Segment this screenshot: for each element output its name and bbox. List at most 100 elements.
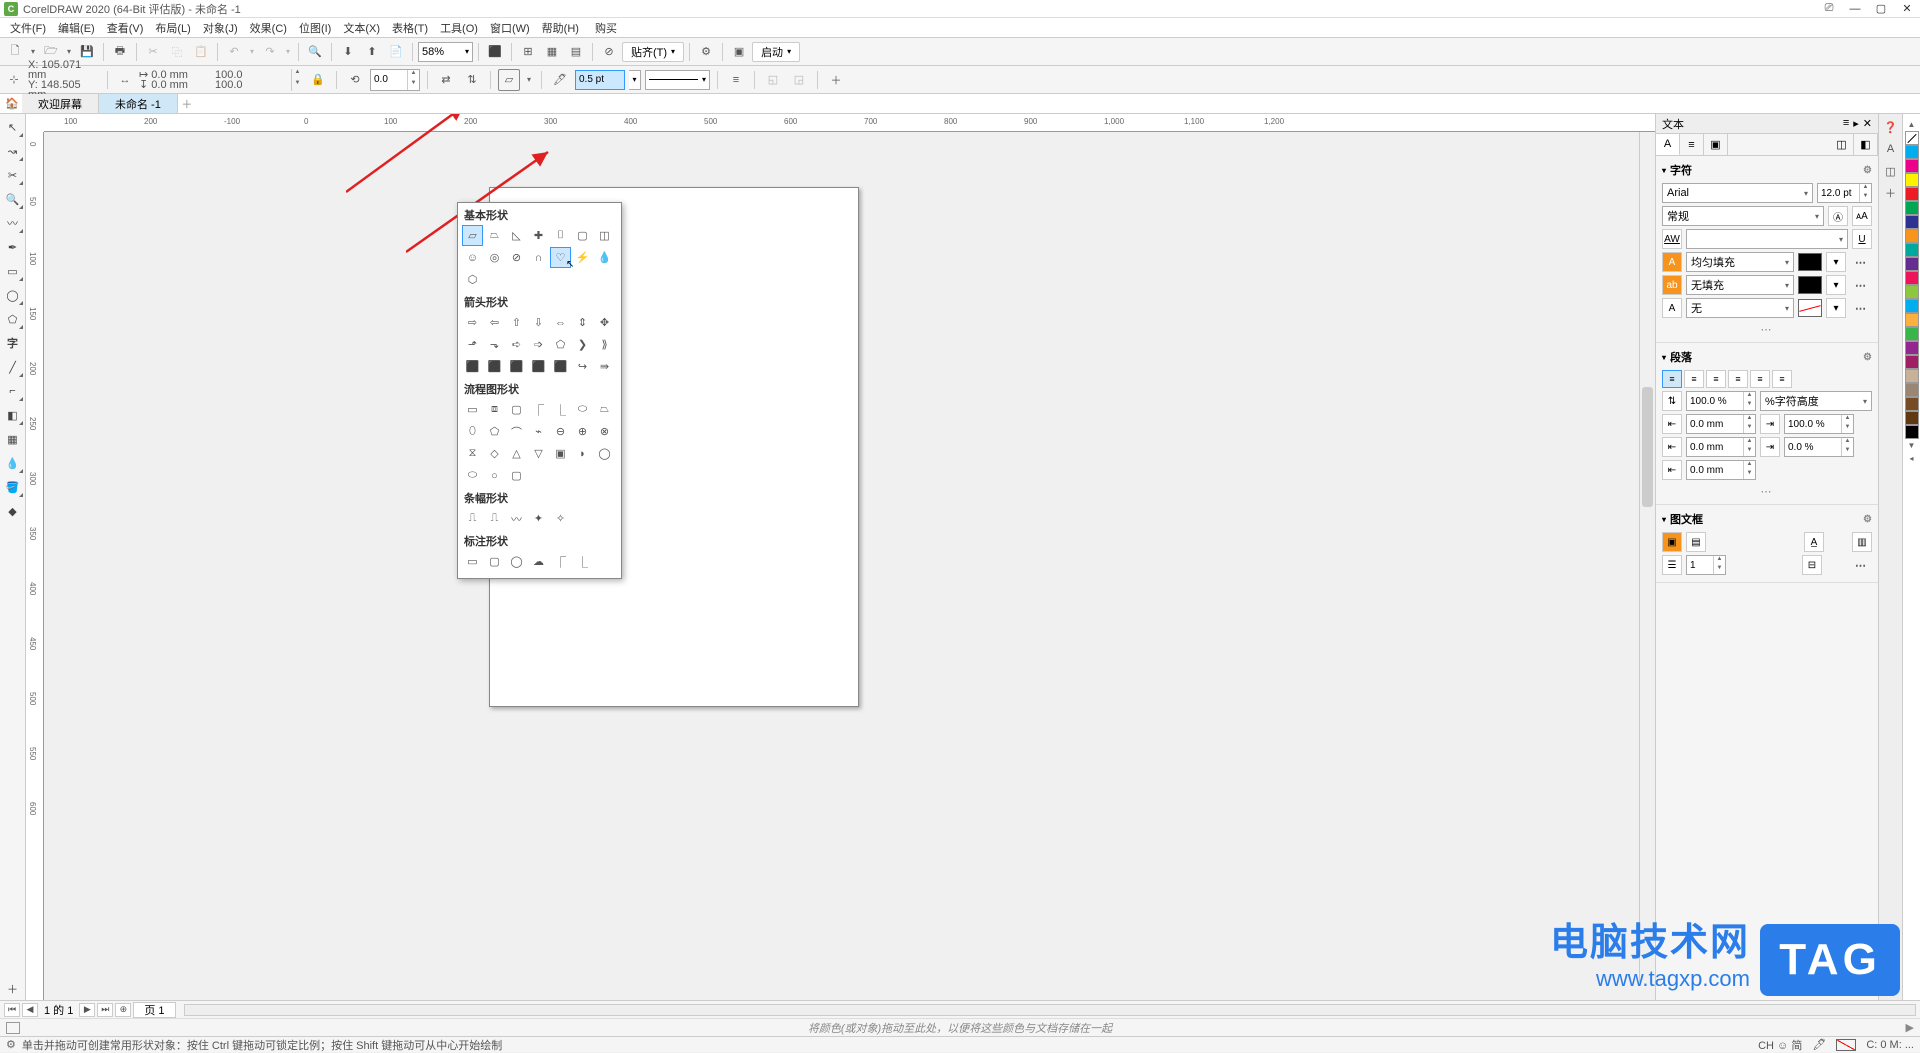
frame-btn-1[interactable]: ▣ <box>1662 532 1682 552</box>
crop-tool[interactable]: ✂ <box>2 164 24 186</box>
frame-valign-button[interactable]: A̲ <box>1804 532 1824 552</box>
outline-color-dropdown[interactable]: ▾ <box>1826 298 1846 318</box>
flow-sort[interactable]: ◇ <box>484 443 505 464</box>
shape-right-triangle[interactable]: ◺ <box>506 225 527 246</box>
bg-fill-combo[interactable]: 无填充▾ <box>1686 275 1794 295</box>
lock-ratio-button[interactable]: 🔒 <box>307 69 329 91</box>
shape-no-symbol[interactable]: ⊘ <box>506 247 527 268</box>
undo-dropdown[interactable]: ▾ <box>247 47 257 56</box>
kerning-icon[interactable]: AW <box>1662 229 1682 249</box>
text-tool[interactable]: 字 <box>2 332 24 354</box>
paste-button[interactable]: 📋 <box>190 41 212 63</box>
import-button[interactable]: ⬇ <box>337 41 359 63</box>
flow-merge[interactable]: ▽ <box>528 443 549 464</box>
arrow-striped[interactable]: ⇛ <box>594 356 615 377</box>
arrow-quad[interactable]: ✥ <box>594 312 615 333</box>
vtab-align[interactable]: A <box>1882 140 1900 158</box>
fill-color-dropdown[interactable]: ▾ <box>1826 252 1846 272</box>
frame-section-header[interactable]: ▾图文框⚙ <box>1662 509 1872 529</box>
scale-y-value[interactable]: 100.0 <box>215 80 287 90</box>
flow-multidoc[interactable]: ⎿ <box>550 399 571 420</box>
height-value[interactable]: 0.0 mm <box>151 79 188 91</box>
vtab-plus[interactable]: ＋ <box>1882 184 1900 202</box>
freehand-tool[interactable]: 〰 <box>2 212 24 234</box>
arrow-right-2[interactable]: ➪ <box>506 334 527 355</box>
flow-summing[interactable]: ⊕ <box>572 421 593 442</box>
shape-plus[interactable]: ✚ <box>528 225 549 246</box>
indent-first-field[interactable]: ▲▼ <box>1686 437 1756 457</box>
copy-button[interactable]: ⿻ <box>166 41 188 63</box>
align-center-button[interactable]: ≡ <box>1706 370 1726 388</box>
docker-close-icon[interactable]: ✕ <box>1863 117 1872 130</box>
docker-collapse-icon[interactable]: ▸ <box>1853 117 1859 130</box>
ime-indicator[interactable]: CH ☺ 简 <box>1758 1037 1802 1053</box>
bg-color-dropdown[interactable]: ▾ <box>1826 275 1846 295</box>
flow-or[interactable]: ⊗ <box>594 421 615 442</box>
vtab-hints[interactable]: ❓ <box>1882 118 1900 136</box>
horizontal-scrollbar[interactable] <box>184 1004 1916 1016</box>
flow-stored-data[interactable]: ⌒ <box>506 421 527 442</box>
fill-type-combo[interactable]: 均匀填充▾ <box>1686 252 1794 272</box>
flow-extract[interactable]: △ <box>506 443 527 464</box>
frame-align-button[interactable]: ⊟ <box>1802 555 1822 575</box>
status-fill-indicator[interactable] <box>1836 1039 1856 1051</box>
ruler-vertical[interactable]: 050100150200250300350400450500550600 <box>26 132 44 1000</box>
palette-swatch[interactable] <box>1905 145 1919 159</box>
fill-color-swatch[interactable] <box>1798 253 1822 271</box>
arrow-double-chevron[interactable]: ⟫ <box>594 334 615 355</box>
callout-round[interactable]: ▢ <box>484 551 505 572</box>
flow-terminator[interactable]: ⬭ <box>572 399 593 420</box>
outline-combo[interactable]: 无▾ <box>1686 298 1794 318</box>
shape-donut[interactable]: ◎ <box>484 247 505 268</box>
docker-tab-obj2[interactable]: ◧ <box>1854 134 1878 155</box>
open-dropdown[interactable]: ▾ <box>64 47 74 56</box>
page-next-button[interactable]: ▶ <box>79 1003 95 1017</box>
shape-tool[interactable]: ↝ <box>2 140 24 162</box>
shape-parallelogram[interactable]: ▱ <box>462 225 483 246</box>
parallel-dim-tool[interactable]: ╱ <box>2 356 24 378</box>
underline-button[interactable]: U <box>1852 229 1872 249</box>
arrow-right-3[interactable]: ➩ <box>528 334 549 355</box>
outline-more-button[interactable]: ⋯ <box>1850 299 1872 317</box>
arrow-leftright[interactable]: ⇔ <box>550 312 571 333</box>
flow-alternate[interactable]: ▢ <box>506 465 527 486</box>
arrow-right[interactable]: ⇨ <box>462 312 483 333</box>
spacing-pct-field[interactable]: ▲▼ <box>1784 437 1854 457</box>
docker-menu-icon[interactable]: ≡ <box>1843 117 1849 130</box>
fill-more-button[interactable]: ⋯ <box>1850 253 1872 271</box>
align-force-button[interactable]: ≡ <box>1772 370 1792 388</box>
callout-line1[interactable]: ⎾ <box>550 551 571 572</box>
polygon-tool[interactable]: ⬠ <box>2 308 24 330</box>
launcher-icon[interactable]: ▣ <box>728 41 750 63</box>
show-rulers-button[interactable]: ⊞ <box>517 41 539 63</box>
banner-explosion2[interactable]: ✧ <box>550 508 571 529</box>
palette-swatch[interactable] <box>1905 411 1919 425</box>
palette-swatch[interactable] <box>1905 299 1919 313</box>
docker-tab-character[interactable]: A <box>1656 134 1680 155</box>
minimize-button[interactable]: — <box>1846 2 1864 16</box>
line-style-combo[interactable]: ▾ <box>645 70 710 90</box>
page-first-button[interactable]: ⏮ <box>4 1003 20 1017</box>
align-left-button[interactable]: ≡ <box>1684 370 1704 388</box>
menu-table[interactable]: 表格(T) <box>386 18 434 38</box>
shape-arch[interactable]: ∩ <box>528 247 549 268</box>
shape-picker-button[interactable]: ▱ <box>498 69 520 91</box>
arrow-down[interactable]: ⇩ <box>528 312 549 333</box>
close-button[interactable]: ✕ <box>1898 2 1916 16</box>
interactive-fill-tool[interactable]: 🪣 <box>2 476 24 498</box>
order-back-button[interactable]: ◲ <box>788 69 810 91</box>
new-button[interactable]: 🗋 <box>4 41 26 63</box>
tab-welcome[interactable]: 欢迎屏幕 <box>22 94 99 113</box>
status-options-icon[interactable]: ⚙ <box>6 1038 16 1051</box>
flow-delay[interactable]: ◗ <box>572 443 593 464</box>
zoom-level-combo[interactable]: 58%▾ <box>418 42 473 62</box>
shape-picker-dropdown[interactable]: ▾ <box>524 75 534 84</box>
pick-tool[interactable]: ↖ <box>2 116 24 138</box>
shape-bevel[interactable]: ◫ <box>594 225 615 246</box>
register-icon[interactable]: ⎚ <box>1820 2 1838 16</box>
docker-tab-paragraph[interactable]: ≡ <box>1680 134 1704 155</box>
arrow-left[interactable]: ⇦ <box>484 312 505 333</box>
kerning-combo[interactable]: ▾ <box>1686 229 1848 249</box>
shape-cylinder[interactable]: ⌷ <box>550 225 571 246</box>
font-size-field[interactable]: ▲▼ <box>1817 183 1872 203</box>
